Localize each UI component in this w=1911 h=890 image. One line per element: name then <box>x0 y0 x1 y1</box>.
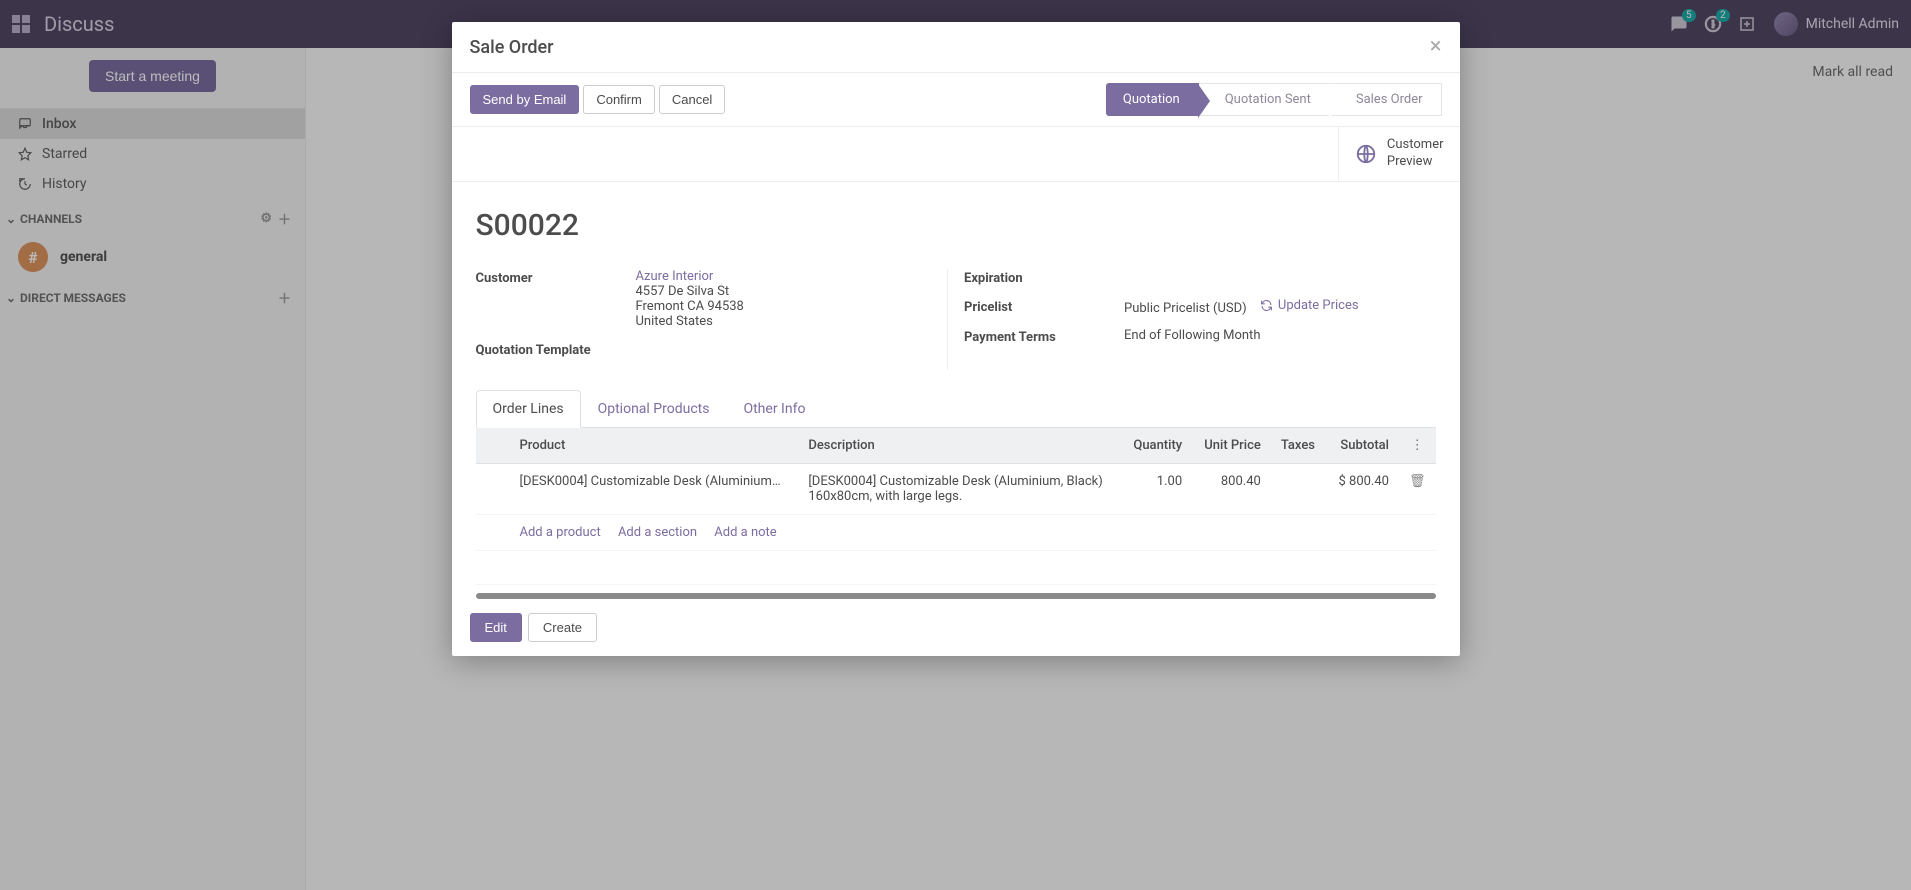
col-description[interactable]: Description <box>798 428 1121 464</box>
customer-preview-button[interactable]: Customer Preview <box>1338 127 1460 181</box>
col-subtotal[interactable]: Subtotal <box>1327 428 1399 464</box>
tab-order-lines[interactable]: Order Lines <box>476 390 581 428</box>
status-step-sales-order[interactable]: Sales Order <box>1329 83 1442 116</box>
cell-description[interactable]: [DESK0004] Customizable Desk (Aluminium,… <box>798 463 1121 514</box>
col-unit-price[interactable]: Unit Price <box>1192 428 1271 464</box>
globe-icon <box>1355 143 1377 165</box>
send-by-email-button[interactable]: Send by Email <box>470 85 580 114</box>
cell-quantity[interactable]: 1.00 <box>1121 463 1192 514</box>
expiration-label: Expiration <box>964 269 1124 286</box>
quotation-template-label: Quotation Template <box>476 341 636 358</box>
customer-preview-label-1: Customer <box>1387 137 1444 154</box>
confirm-button[interactable]: Confirm <box>583 85 655 114</box>
modal-overlay: Sale Order × Send by Email Confirm Cance… <box>0 0 1911 890</box>
cell-subtotal: $ 800.40 <box>1327 463 1399 514</box>
table-row[interactable]: [DESK0004] Customizable Desk (Aluminium…… <box>476 463 1436 514</box>
customer-label: Customer <box>476 269 636 286</box>
status-step-quotation[interactable]: Quotation <box>1106 83 1199 116</box>
col-quantity[interactable]: Quantity <box>1121 428 1192 464</box>
close-icon[interactable]: × <box>1430 36 1442 58</box>
update-prices-link[interactable]: Update Prices <box>1260 298 1359 313</box>
add-note-link[interactable]: Add a note <box>714 525 776 540</box>
cell-taxes[interactable] <box>1271 463 1327 514</box>
edit-button[interactable]: Edit <box>470 613 522 642</box>
col-taxes[interactable]: Taxes <box>1271 428 1327 464</box>
tab-optional-products[interactable]: Optional Products <box>581 390 727 428</box>
column-options-icon[interactable]: ⋮ <box>1411 438 1424 453</box>
payment-terms-value: End of Following Month <box>1124 328 1420 343</box>
handle-column <box>476 428 510 464</box>
address-line: United States <box>636 314 932 329</box>
customer-preview-label-2: Preview <box>1387 154 1444 171</box>
create-button[interactable]: Create <box>528 613 597 642</box>
refresh-icon <box>1260 299 1273 312</box>
drag-handle[interactable] <box>476 463 510 514</box>
pricelist-label: Pricelist <box>964 298 1124 315</box>
add-section-link[interactable]: Add a section <box>618 525 697 540</box>
modal-title: Sale Order <box>470 37 554 58</box>
customer-link[interactable]: Azure Interior <box>636 269 714 284</box>
order-name: S00022 <box>476 208 1436 243</box>
pricelist-value: Public Pricelist (USD) <box>1124 301 1247 316</box>
sale-order-modal: Sale Order × Send by Email Confirm Cance… <box>452 22 1460 656</box>
col-product[interactable]: Product <box>510 428 799 464</box>
cell-unit-price[interactable]: 800.40 <box>1192 463 1271 514</box>
cancel-button[interactable]: Cancel <box>659 85 725 114</box>
payment-terms-label: Payment Terms <box>964 328 1124 345</box>
order-lines-table: Product Description Quantity Unit Price … <box>476 428 1436 585</box>
tab-other-info[interactable]: Other Info <box>726 390 822 428</box>
add-product-link[interactable]: Add a product <box>520 525 601 540</box>
trash-icon[interactable]: 🗑 <box>1409 474 1426 489</box>
status-step-quotation-sent[interactable]: Quotation Sent <box>1198 83 1330 116</box>
address-line: 4557 De Silva St <box>636 284 932 299</box>
address-line: Fremont CA 94538 <box>636 299 932 314</box>
status-bar: Send by Email Confirm Cancel Quotation Q… <box>452 73 1460 127</box>
cell-product[interactable]: [DESK0004] Customizable Desk (Aluminium… <box>510 463 799 514</box>
